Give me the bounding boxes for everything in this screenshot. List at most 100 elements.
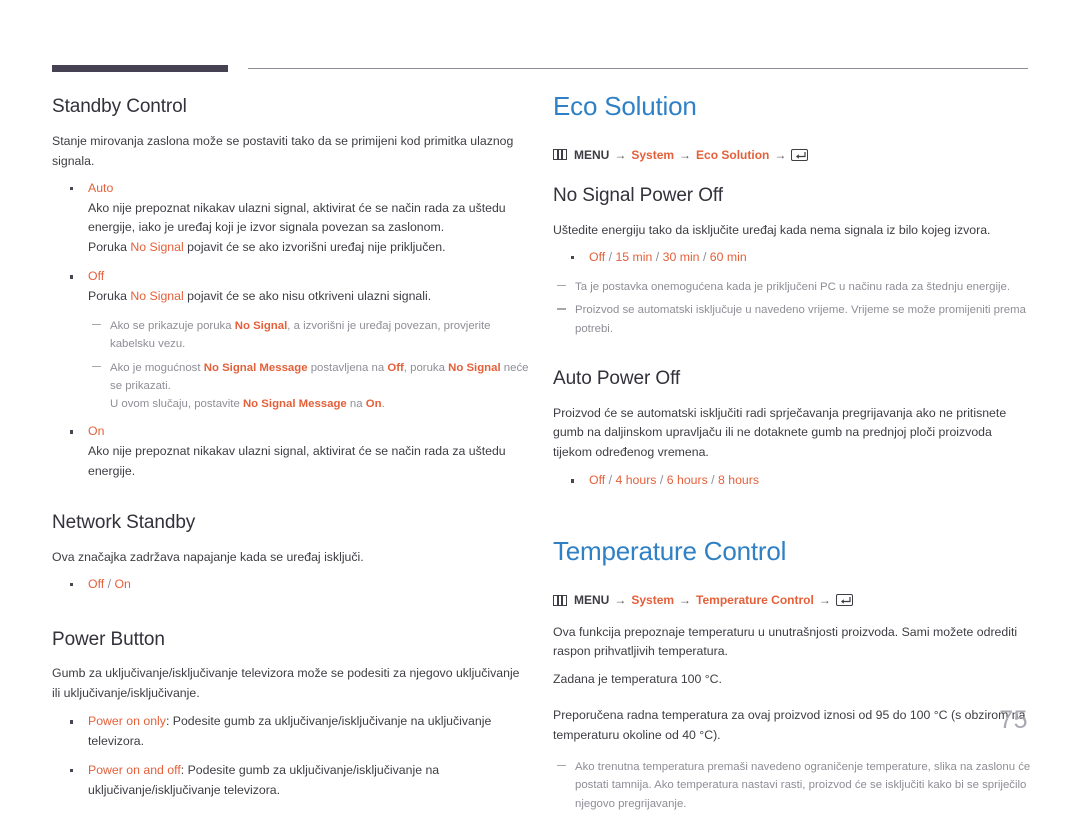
right-column: Eco Solution MENU → System → Eco Solutio… [553, 92, 1031, 813]
standby-control-options: Auto Ako nije prepoznat nikakav ulazni s… [52, 179, 530, 482]
heading-eco-solution: Eco Solution [553, 91, 697, 121]
option-value-off: Off [589, 473, 606, 488]
text-fragment: postavljena na [307, 361, 388, 374]
menu-label: MENU [574, 147, 610, 162]
text-fragment: Poruka [88, 240, 131, 255]
option-value-on: On [114, 576, 131, 591]
inline-accent-no-signal: No Signal [130, 240, 184, 255]
list-item: On Ako nije prepoznat nikakav ulazni sig… [52, 422, 530, 482]
text-fragment: Ako se prikazuje poruka [110, 320, 235, 333]
enter-key-icon [791, 148, 809, 161]
note-item: Ako se prikazuje poruka No Signal, a izv… [88, 317, 530, 354]
menu-path-eco-solution: MENU → System → Eco Solution → [553, 147, 1031, 164]
auto-power-off-intro: Proizvod će se automatski isključiti rad… [553, 405, 1007, 460]
heading-power-button: Power Button [52, 628, 165, 650]
option-on-line: Ako nije prepoznat nikakav ulazni signal… [88, 444, 506, 479]
option-value-60min: 60 min [709, 250, 747, 265]
text-fragment: U ovom slučaju, postavite [110, 398, 243, 411]
menu-step-temperature-control: Temperature Control [696, 592, 814, 607]
heading-temperature-control: Temperature Control [553, 536, 787, 567]
subsection-auto-power-off: Auto Power Off Proizvod će se automatski… [553, 368, 1031, 491]
arrow-icon: → [679, 592, 692, 607]
list-item: Off / 4 hours / 6 hours / 8 hours [553, 471, 1031, 491]
standby-control-notes: Ako se prikazuje poruka No Signal, a izv… [88, 317, 530, 413]
section-power-button: Power Button Gumb za uključivanje/isklju… [52, 629, 530, 801]
text-fragment: na [346, 398, 366, 411]
heading-standby-control: Standby Control [52, 96, 187, 117]
inline-accent-no-signal-message: No Signal Message [203, 361, 308, 374]
text-fragment: pojavit će se ako izvorišni uređaj nije … [183, 240, 446, 255]
temperature-control-notes: Ako trenutna temperatura premaši naveden… [553, 758, 1031, 813]
menu-grid-icon [553, 149, 567, 161]
inline-accent-no-signal: No Signal [448, 361, 501, 374]
list-item: Off Poruka No Signal pojavit će se ako n… [52, 267, 530, 413]
header-accent-bar [52, 65, 228, 72]
text-fragment: , poruka [403, 361, 449, 374]
note-extra-line: U ovom slučaju, postavite No Signal Mess… [110, 395, 530, 413]
option-label-power-on-only: Power on only [88, 714, 166, 729]
list-item: Off / On [52, 575, 530, 595]
text-fragment: Ako je mogućnost [110, 361, 204, 374]
section-standby-control: Standby Control Stanje mirovanja zaslona… [52, 96, 530, 482]
text-fragment: pojavit će se ako nisu otkriveni ulazni … [183, 289, 432, 304]
option-label-auto: Auto [88, 180, 114, 195]
list-item: Power on only: Podesite gumb za uključiv… [52, 712, 530, 752]
option-separator: / [652, 250, 663, 265]
arrow-icon: → [774, 147, 787, 162]
menu-grid-icon [553, 594, 567, 606]
power-button-options: Power on only: Podesite gumb za uključiv… [52, 712, 530, 801]
option-label-power-on-and-off: Power on and off [88, 763, 181, 778]
option-separator: / [605, 250, 616, 265]
note-item: Ta je postavka onemogućena kada je prikl… [553, 278, 1031, 296]
arrow-icon: → [818, 592, 831, 607]
section-eco-solution: Eco Solution MENU → System → Eco Solutio… [553, 92, 1031, 491]
option-value-30min: 30 min [662, 250, 700, 265]
temperature-control-paragraph-1: Ova funkcija prepoznaje temperaturu u un… [553, 624, 1018, 659]
standby-control-intro: Stanje mirovanja zaslona može se postavi… [52, 133, 514, 168]
section-network-standby: Network Standby Ova značajka zadržava na… [52, 512, 530, 595]
note-item: Ako trenutna temperatura premaši naveden… [553, 758, 1031, 813]
option-value-8hours: 8 hours [718, 473, 760, 488]
option-auto-line1: Ako nije prepoznat nikakav ulazni signal… [88, 200, 506, 235]
network-standby-intro: Ova značajka zadržava napajanje kada se … [52, 549, 364, 564]
inline-accent-no-signal-message: No Signal Message [242, 398, 347, 411]
list-item: Auto Ako nije prepoznat nikakav ulazni s… [52, 179, 530, 259]
menu-step-system: System [631, 147, 675, 162]
temperature-control-paragraph-3: Preporučena radna temperatura za ovaj pr… [553, 708, 1026, 743]
note-item: Ako je mogućnost No Signal Message posta… [88, 359, 530, 414]
left-column: Standby Control Stanje mirovanja zaslona… [52, 96, 530, 801]
heading-auto-power-off: Auto Power Off [553, 367, 681, 389]
no-signal-power-off-options: Off / 15 min / 30 min / 60 min [553, 248, 1031, 268]
menu-label: MENU [574, 592, 610, 607]
option-separator: / [605, 473, 616, 488]
inline-accent-off: Off [387, 361, 404, 374]
page-header-rule [52, 62, 1028, 74]
inline-accent-on: On [365, 398, 382, 411]
menu-path-temperature-control: MENU → System → Temperature Control → [553, 592, 1031, 609]
section-temperature-control: Temperature Control MENU → System → Temp… [553, 537, 1031, 813]
list-item: Power on and off: Podesite gumb za uklju… [52, 761, 530, 801]
inline-accent-no-signal: No Signal [234, 320, 288, 333]
arrow-icon: → [679, 147, 692, 162]
enter-key-icon [835, 594, 853, 607]
text-fragment: Poruka [88, 289, 131, 304]
option-label-off: Off [88, 269, 105, 284]
temperature-control-paragraph-2: Zadana je temperatura 100 °C. [553, 672, 722, 687]
subsection-no-signal-power-off: No Signal Power Off Uštedite energiju ta… [553, 185, 1031, 337]
option-separator: / [699, 250, 710, 265]
page-number: 75 [999, 706, 1028, 734]
option-label-on: On [88, 424, 105, 439]
option-separator: / [656, 473, 667, 488]
no-signal-power-off-intro: Uštedite energiju tako da isključite ure… [553, 223, 991, 238]
arrow-icon: → [614, 592, 627, 607]
option-value-off: Off [88, 576, 105, 591]
no-signal-power-off-notes: Ta je postavka onemogućena kada je prikl… [553, 278, 1031, 338]
arrow-icon: → [614, 147, 627, 162]
heading-network-standby: Network Standby [52, 512, 196, 534]
menu-step-eco-solution: Eco Solution [696, 147, 770, 162]
option-auto-line2: Poruka No Signal pojavit će se ako izvor… [88, 238, 530, 258]
option-value-4hours: 4 hours [615, 473, 657, 488]
note-item: Proizvod se automatski isključuje u nave… [553, 301, 1031, 338]
text-fragment: . [381, 398, 385, 411]
option-separator: / [104, 576, 115, 591]
